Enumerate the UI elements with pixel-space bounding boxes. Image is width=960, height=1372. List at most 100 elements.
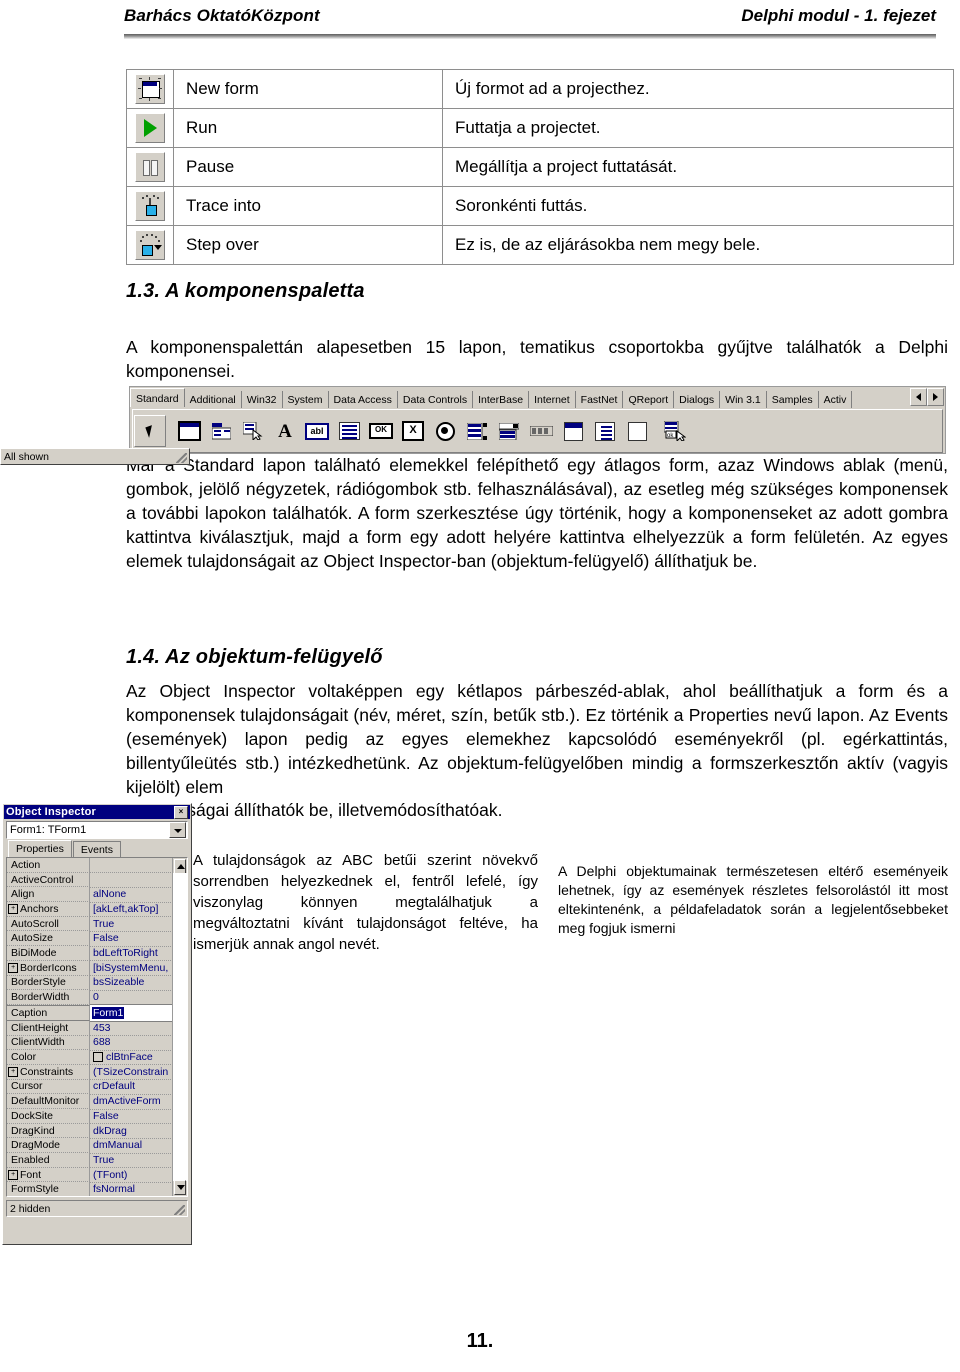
property-value[interactable]: dmManual [90, 1138, 173, 1154]
label-icon[interactable]: A [270, 416, 300, 446]
combobox-icon[interactable] [494, 416, 524, 446]
property-value[interactable]: True [90, 916, 173, 932]
property-value[interactable]: bdLeftToRight [90, 946, 173, 962]
property-value[interactable]: fsNormal [90, 1182, 173, 1196]
property-row[interactable]: DragKind dkDrag [7, 1123, 173, 1139]
table-cell-icon [126, 225, 174, 265]
panel-icon[interactable] [622, 416, 652, 446]
palette-tab-win32[interactable]: Win32 [241, 391, 283, 408]
scroll-up-icon[interactable] [174, 859, 186, 874]
close-icon[interactable]: × [174, 805, 188, 819]
property-row[interactable]: + Font (TFont) [7, 1167, 173, 1183]
memo-icon[interactable] [334, 416, 364, 446]
property-row[interactable]: AutoScroll True [7, 916, 173, 932]
property-value[interactable]: [biSystemMenu, [90, 960, 173, 976]
property-row[interactable]: ClientWidth 688 [7, 1035, 173, 1051]
object-inspector-status: 2 hidden [6, 1200, 188, 1217]
property-row[interactable]: + Constraints (TSizeConstrain [7, 1064, 173, 1081]
palette-tab-system[interactable]: System [282, 391, 329, 408]
property-row[interactable]: DragMode dmManual [7, 1138, 173, 1154]
property-value[interactable]: False [90, 931, 173, 947]
object-selector-combobox[interactable]: Form1: TForm1 [6, 821, 188, 839]
property-row[interactable]: BorderWidth 0 [7, 990, 173, 1006]
palette-tab-fastnet[interactable]: FastNet [575, 391, 624, 408]
property-row[interactable]: FormStyle fsNormal [7, 1182, 173, 1196]
table-cell-desc: Megállítja a project futtatását. [442, 147, 954, 187]
palette-tab-samples[interactable]: Samples [766, 391, 819, 408]
table-cell-name: Step over [173, 225, 443, 265]
property-value[interactable]: bsSizeable [90, 975, 173, 991]
property-value[interactable]: alNone [90, 887, 173, 903]
resize-grip-icon[interactable] [176, 453, 187, 463]
palette-tab-interbase[interactable]: InterBase [473, 391, 530, 408]
property-value[interactable]: False [90, 1109, 173, 1125]
radiobutton-icon[interactable] [430, 416, 460, 446]
scrollbar-icon[interactable] [526, 416, 556, 446]
palette-tab-data-access[interactable]: Data Access [328, 391, 398, 408]
palette-tab-standard[interactable]: Standard [130, 388, 185, 407]
property-value[interactable] [90, 858, 173, 874]
property-row[interactable]: Enabled True [7, 1153, 173, 1169]
scroll-down-icon[interactable] [174, 1180, 186, 1195]
pointer-icon[interactable] [134, 415, 166, 447]
property-value[interactable]: True [90, 1153, 173, 1169]
property-value[interactable] [90, 872, 173, 888]
palette-tab-qreport[interactable]: QReport [623, 391, 675, 408]
popupmenu-icon[interactable] [238, 416, 268, 446]
toolbar-reference-table: New form Új formot ad a projecthez. Run … [126, 69, 954, 265]
palette-tab-activex[interactable]: Activ [818, 391, 853, 408]
property-row[interactable]: AutoSize False [7, 931, 173, 947]
property-value[interactable]: dkDrag [90, 1123, 173, 1139]
tab-properties[interactable]: Properties [8, 840, 72, 857]
chevron-down-icon[interactable] [169, 822, 186, 838]
property-value[interactable]: [akLeft,akTop] [90, 902, 173, 918]
property-value[interactable]: 453 [90, 1020, 173, 1037]
table-cell-desc: Soronkénti futtás. [442, 186, 954, 226]
property-grid-scrollbar[interactable] [172, 858, 187, 1196]
property-value-editor[interactable]: Form1 [90, 1003, 173, 1022]
palette-tab-win31[interactable]: Win 3.1 [720, 391, 767, 408]
checkbox-icon[interactable]: X [398, 416, 428, 446]
palette-tab-data-controls[interactable]: Data Controls [397, 391, 474, 408]
expand-icon[interactable]: + [8, 903, 18, 914]
property-row[interactable]: Action [7, 858, 173, 874]
property-row[interactable]: ActiveControl [7, 872, 173, 888]
expand-icon[interactable]: + [8, 1169, 18, 1180]
property-row[interactable]: DockSite False [7, 1109, 173, 1125]
tab-events[interactable]: Events [72, 841, 121, 857]
property-value[interactable]: 688 [90, 1035, 173, 1051]
property-row[interactable]: Align alNone [7, 887, 173, 903]
property-value[interactable]: dmActiveForm [90, 1094, 173, 1110]
property-row[interactable]: BorderStyle bsSizeable [7, 975, 173, 991]
listbox-icon[interactable] [462, 416, 492, 446]
frame-icon[interactable] [174, 416, 204, 446]
property-row-selected[interactable]: Caption Form1 [7, 1003, 173, 1022]
palette-scroll-right-icon[interactable] [927, 388, 944, 406]
palette-tab-internet[interactable]: Internet [529, 391, 576, 408]
radiogroup-icon[interactable] [590, 416, 620, 446]
property-value[interactable]: clBtnFace [90, 1050, 173, 1066]
property-row[interactable]: DefaultMonitor dmActiveForm [7, 1094, 173, 1110]
resize-grip-icon[interactable] [174, 1205, 185, 1215]
actionlist-icon[interactable]: ok [660, 416, 690, 446]
property-row[interactable]: Cursor crDefault [7, 1079, 173, 1095]
expand-icon[interactable]: + [8, 1066, 18, 1077]
groupbox-icon[interactable] [558, 416, 588, 446]
scrollbar-track[interactable] [173, 873, 187, 1181]
property-value[interactable]: (TFont) [90, 1167, 173, 1183]
property-row[interactable]: Color clBtnFace [7, 1050, 173, 1066]
property-row[interactable]: BiDiMode bdLeftToRight [7, 946, 173, 962]
property-value[interactable]: crDefault [90, 1079, 173, 1095]
button-icon[interactable]: OK [366, 416, 396, 446]
mainmenu-icon[interactable] [206, 416, 236, 446]
property-value[interactable]: (TSizeConstrain [90, 1064, 173, 1081]
property-row[interactable]: + Anchors [akLeft,akTop] [7, 902, 173, 918]
palette-tab-additional[interactable]: Additional [184, 391, 242, 408]
palette-scroll-buttons[interactable] [910, 388, 944, 406]
property-row[interactable]: ClientHeight 453 [7, 1020, 173, 1037]
edit-icon[interactable]: abI [302, 416, 332, 446]
expand-icon[interactable]: + [8, 962, 18, 973]
property-row[interactable]: + BorderIcons [biSystemMenu, [7, 960, 173, 976]
palette-tab-dialogs[interactable]: Dialogs [674, 391, 721, 408]
palette-scroll-left-icon[interactable] [910, 388, 927, 406]
